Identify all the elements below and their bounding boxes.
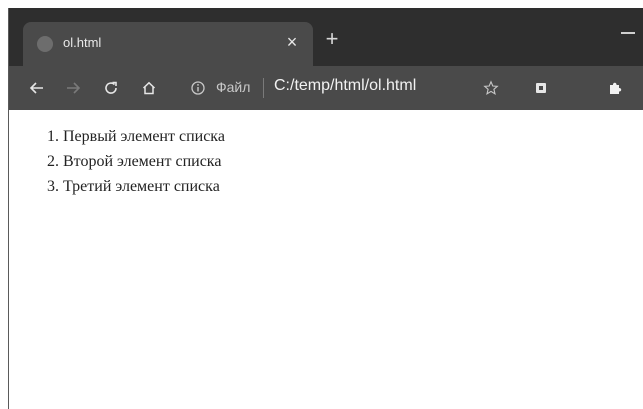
tab-active[interactable]: ol.html × bbox=[23, 22, 313, 66]
minimize-button[interactable] bbox=[621, 32, 635, 34]
tab-title: ol.html bbox=[63, 35, 102, 50]
forward-arrow-icon bbox=[67, 82, 81, 94]
reload-icon bbox=[105, 81, 117, 94]
omnibox-divider bbox=[263, 78, 264, 98]
favicon-icon bbox=[37, 36, 53, 52]
back-arrow-icon bbox=[29, 82, 43, 94]
puzzle-icon bbox=[610, 82, 622, 94]
page-content: 1. Первый элемент списка 2. Второй элеме… bbox=[9, 110, 643, 409]
list-item: 3. Третий элемент списка bbox=[47, 178, 220, 195]
extension-badge-icon bbox=[536, 83, 546, 93]
toolbar: Файл C:/temp/html/ol.html bbox=[9, 66, 643, 110]
omnibox-scheme-label: Файл bbox=[216, 79, 251, 95]
bookmark-button[interactable] bbox=[477, 74, 505, 102]
extensions-menu-button[interactable] bbox=[601, 74, 629, 102]
address-bar-input[interactable]: C:/temp/html/ol.html bbox=[274, 77, 416, 95]
list-item: 2. Второй элемент списка bbox=[47, 153, 222, 170]
info-icon[interactable] bbox=[191, 81, 205, 95]
browser-window: ol.html × + Файл C:/temp/html/ol.html 1.… bbox=[8, 8, 643, 409]
home-button[interactable] bbox=[135, 74, 163, 102]
tab-strip: ol.html × + bbox=[9, 8, 643, 66]
reload-button[interactable] bbox=[97, 74, 125, 102]
tab-close-button[interactable]: × bbox=[281, 31, 303, 53]
back-button[interactable] bbox=[23, 74, 51, 102]
star-icon bbox=[483, 80, 499, 95]
home-icon bbox=[142, 81, 156, 95]
new-tab-button[interactable]: + bbox=[321, 28, 343, 50]
extension-button[interactable] bbox=[527, 74, 555, 102]
forward-button[interactable] bbox=[59, 74, 87, 102]
ordered-list: 1. Первый элемент списка 2. Второй элеме… bbox=[47, 124, 225, 199]
list-item: 1. Первый элемент списка bbox=[47, 128, 225, 145]
